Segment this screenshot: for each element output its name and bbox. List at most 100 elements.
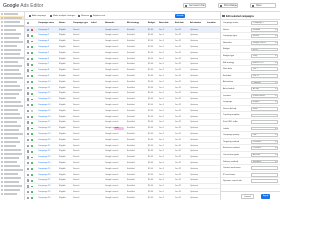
row-checkbox[interactable] [26, 40, 29, 43]
column-header[interactable]: Networks [105, 22, 114, 24]
status-dot-icon [31, 162, 33, 165]
edit-field-dropdown[interactable]: Presence [251, 139, 278, 144]
edit-field-dropdown[interactable]: Daily [251, 54, 278, 58]
row-checkbox[interactable] [26, 161, 29, 165]
toolbar-button-4[interactable]: Enable [175, 13, 186, 19]
row-checkbox[interactable] [26, 144, 29, 147]
table-cell: Enabled [127, 75, 135, 78]
row-checkbox[interactable] [26, 103, 29, 107]
toolbar-button-1[interactable]: Make multiple changes [49, 14, 75, 18]
row-checkbox[interactable] [26, 150, 29, 153]
table-cell: Search [73, 127, 80, 130]
edit-field-input[interactable]: Jan 31 [251, 73, 278, 78]
edit-field-input[interactable] [251, 172, 278, 177]
table-cell: Enabled [127, 109, 135, 112]
edit-field-dropdown[interactable]: Google search [251, 40, 278, 45]
toolbar-button-2[interactable]: Remove [77, 14, 89, 18]
column-header[interactable]: Status [59, 22, 65, 24]
row-checkbox[interactable] [26, 138, 29, 142]
cancel-button[interactable]: Cancel [241, 194, 254, 199]
column-header[interactable]: End date [175, 22, 184, 24]
row-checkbox[interactable] [26, 45, 29, 49]
edit-field-dropdown[interactable] [251, 126, 278, 131]
row-checkbox[interactable] [26, 57, 29, 60]
edit-field-input[interactable]: $5.00 [251, 47, 278, 52]
top-button-2[interactable]: Open [250, 2, 276, 8]
edit-field-dropdown[interactable]: All day [251, 87, 278, 91]
table-cell: Enabled [127, 40, 135, 43]
row-checkbox[interactable] [26, 109, 29, 113]
row-checkbox[interactable] [26, 156, 29, 159]
row-checkbox[interactable] [26, 74, 29, 78]
edit-field-input[interactable]: None [251, 106, 278, 111]
column-header[interactable]: Campaign type [73, 22, 88, 24]
edit-field-dropdown[interactable]: Account [251, 153, 278, 157]
select-all-checkbox[interactable] [26, 21, 29, 24]
row-checkbox[interactable] [26, 127, 29, 130]
table-cell: Eligible [59, 109, 66, 112]
edit-field-input[interactable]: Campaign 1 [251, 21, 278, 25]
tree-node-icon [1, 93, 3, 95]
row-checkbox[interactable] [26, 69, 29, 72]
row-checkbox[interactable] [26, 63, 29, 66]
edit-field-input[interactable] [251, 179, 278, 184]
edit-field-label: Location [223, 94, 231, 97]
tree-item-label [4, 145, 16, 147]
row-checkbox[interactable] [26, 28, 29, 31]
column-header[interactable]: Campaign name [38, 22, 54, 24]
row-checkbox[interactable] [26, 190, 29, 194]
edit-field-dropdown[interactable]: Search [251, 34, 278, 39]
row-checkbox[interactable] [26, 115, 29, 118]
edit-field-input[interactable] [251, 120, 278, 124]
table-cell: Search [73, 109, 80, 112]
row-checkbox[interactable] [26, 51, 29, 55]
row-checkbox[interactable] [26, 80, 29, 84]
table-cell: Campaign 19 [38, 133, 51, 136]
row-checkbox[interactable] [26, 92, 29, 95]
row-checkbox[interactable] [26, 179, 29, 182]
table-cell: Eligible [59, 92, 66, 95]
edit-field-dropdown[interactable]: Low [251, 133, 278, 138]
table-cell: Search [73, 144, 80, 147]
edit-field-dropdown[interactable]: Manual CPC [251, 60, 278, 65]
edit-field-row: Campaign priority Low [221, 132, 280, 139]
row-checkbox[interactable] [26, 196, 29, 200]
edit-field-input[interactable]: Jan 1 [251, 67, 278, 72]
column-header[interactable]: Bid strategy [127, 22, 139, 24]
toolbar-button-3[interactable]: Replace text [89, 14, 105, 18]
row-checkbox[interactable] [26, 132, 29, 136]
row-checkbox[interactable] [26, 185, 29, 188]
row-checkbox[interactable] [26, 98, 29, 101]
column-header[interactable]: Location [207, 22, 216, 24]
table-cell: $5.00 [148, 179, 154, 182]
column-header[interactable]: Ad rotation [190, 22, 201, 24]
apply-button[interactable]: Apply [261, 194, 271, 199]
column-header[interactable]: Start date [159, 22, 169, 24]
edit-field-dropdown[interactable]: Optimize [251, 80, 278, 85]
tree-item[interactable] [0, 192, 24, 196]
top-button-0[interactable]: Get recent changes [183, 2, 206, 8]
table-cell: Jan 1 [159, 167, 165, 170]
tree-item-label [4, 141, 20, 143]
table-row[interactable]: Campaign 30 Eligible Search Google search En… [25, 195, 220, 200]
row-checkbox[interactable] [26, 86, 29, 89]
edit-field-dropdown[interactable]: Presence [251, 146, 278, 151]
table-cell: Jan 31 [175, 167, 182, 170]
toolbar-button-0[interactable]: Add campaign [28, 14, 46, 18]
table-cell: Campaign 25 [38, 167, 51, 170]
row-checkbox[interactable] [26, 34, 29, 37]
edit-field-input[interactable] [251, 113, 278, 118]
column-header[interactable]: Label [91, 22, 96, 24]
row-checkbox[interactable] [26, 167, 29, 171]
column-header[interactable]: Budget [148, 22, 155, 24]
status-dot-icon [31, 197, 33, 199]
row-checkbox[interactable] [26, 173, 29, 176]
edit-field-dropdown[interactable]: English [251, 100, 278, 105]
edit-field-dropdown[interactable]: Enabled [251, 27, 278, 32]
table-cell: Search [73, 46, 80, 49]
row-checkbox[interactable] [26, 121, 29, 124]
top-button-1[interactable]: Post changes [218, 2, 238, 8]
edit-field-dropdown[interactable]: Standard [251, 159, 278, 164]
edit-field-input[interactable] [251, 166, 278, 171]
edit-field-dropdown[interactable]: United States [251, 93, 278, 98]
